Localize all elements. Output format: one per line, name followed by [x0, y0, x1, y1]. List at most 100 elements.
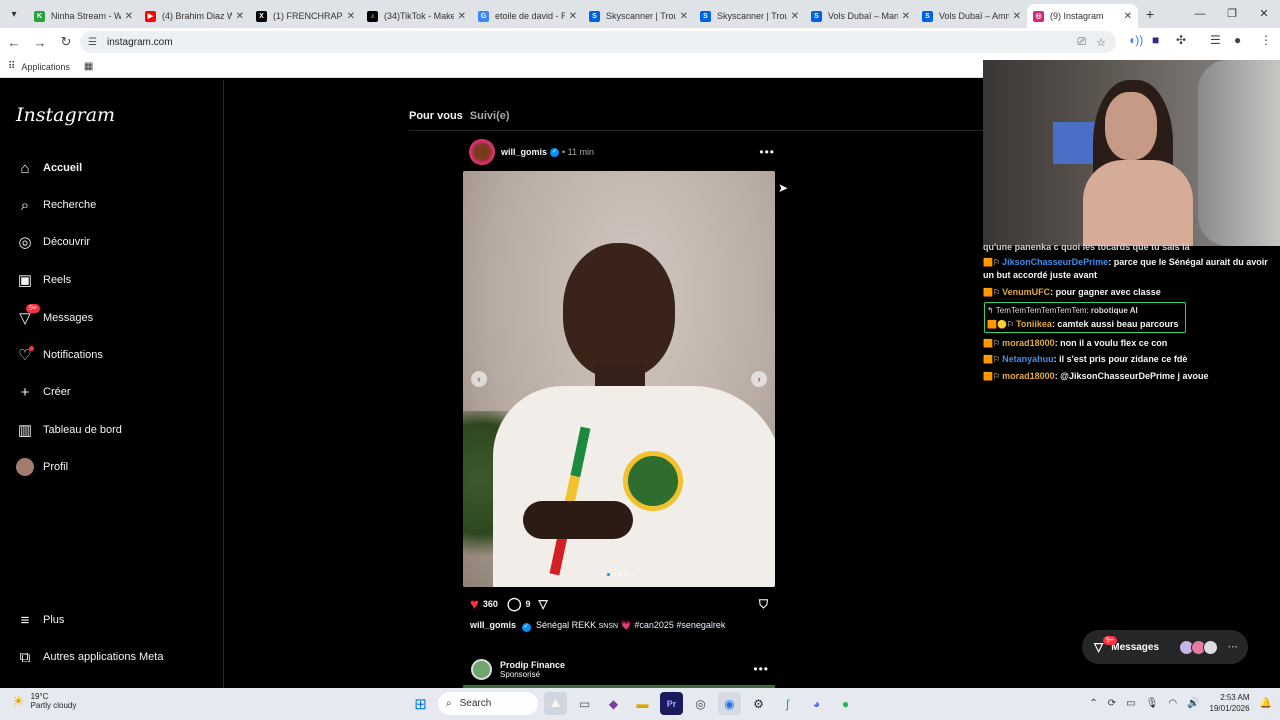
- url-field[interactable]: ☰ instagram.com ⎚ ☆: [80, 31, 1116, 53]
- obs-icon[interactable]: ◎: [689, 692, 712, 715]
- like-heart-icon[interactable]: ♥: [470, 596, 479, 613]
- nav-item-home[interactable]: ⌂ Accueil: [16, 158, 82, 178]
- nav-item-dashboard[interactable]: ▥ Tableau de bord: [16, 420, 122, 440]
- apps-grid-icon[interactable]: ⠿: [8, 61, 15, 72]
- browser-tab[interactable]: S Vols Dubaï – Amm ✕: [916, 4, 1027, 28]
- close-tab-icon[interactable]: ✕: [1124, 11, 1132, 22]
- close-window-icon[interactable]: ✕: [1248, 0, 1280, 28]
- reload-icon[interactable]: ↻: [54, 34, 78, 50]
- file-explorer-icon[interactable]: ▬: [631, 692, 654, 715]
- tab-for-you[interactable]: Pour vous: [409, 110, 463, 122]
- browser-tab[interactable]: ♪ (34)TikTok - Make ✕: [361, 4, 472, 28]
- next-post-more-icon[interactable]: •••: [753, 662, 769, 676]
- save-bookmark-icon[interactable]: ⛉: [759, 597, 768, 612]
- nav-item-plus[interactable]: + Créer: [16, 382, 71, 402]
- spotify-icon[interactable]: ●: [834, 692, 857, 715]
- comment-icon[interactable]: ◯: [507, 596, 522, 612]
- premiere-pro-icon[interactable]: Pr: [660, 692, 683, 715]
- back-icon[interactable]: ←: [2, 35, 26, 50]
- chat-username[interactable]: morad18000: [1002, 338, 1055, 348]
- nav-item-messenger[interactable]: ▽ 9+ Messages: [16, 304, 93, 328]
- extensions-puzzle-icon[interactable]: ✣: [1176, 33, 1186, 47]
- next-post-avatar[interactable]: [471, 658, 492, 680]
- steam-icon[interactable]: ⚙: [747, 692, 770, 715]
- share-icon[interactable]: ▽: [539, 597, 548, 611]
- widget-landscape-icon[interactable]: ⛰: [544, 692, 567, 715]
- close-tab-icon[interactable]: ✕: [458, 11, 466, 22]
- browser-tab[interactable]: S Vols Dubaï – Man ✕: [805, 4, 916, 28]
- messages-more-icon[interactable]: ···: [1228, 642, 1238, 653]
- chat-username[interactable]: VenumUFC: [1002, 287, 1050, 297]
- browser-tab[interactable]: X (1) FRENCHRAPU ✕: [250, 4, 361, 28]
- tray-battery-icon[interactable]: ▭: [1126, 698, 1135, 709]
- tray-sync-icon[interactable]: ⟳: [1108, 698, 1116, 709]
- messages-floating-button[interactable]: ▽ 9+ Messages ···: [1082, 630, 1248, 664]
- extension-audio-icon[interactable]: ◖)): [1128, 33, 1143, 47]
- close-tab-icon[interactable]: ✕: [347, 11, 355, 22]
- tab-search-icon[interactable]: ▾: [0, 0, 28, 28]
- tab-groups-icon[interactable]: ▦: [84, 61, 93, 72]
- microsoft-store-icon[interactable]: ◆: [602, 692, 625, 715]
- more-options-icon[interactable]: •••: [759, 145, 775, 159]
- nav-item-meta-apps[interactable]: ⧉ Autres applications Meta: [16, 647, 164, 667]
- notification-bell-icon[interactable]: 🔔: [1260, 698, 1272, 709]
- install-app-icon[interactable]: ⎚: [1077, 36, 1086, 49]
- weather-widget[interactable]: ☀ 19°C Partly cloudy: [12, 692, 76, 710]
- post-username[interactable]: will_gomis: [501, 147, 547, 157]
- nav-item-reels[interactable]: ▣ Reels: [16, 270, 71, 290]
- browser-tab[interactable]: ▶ (4) Brahim Diaz W ✕: [139, 4, 250, 28]
- instagram-logo[interactable]: Instagram: [16, 104, 115, 126]
- tray-chevron-icon[interactable]: ⌃: [1089, 698, 1097, 709]
- carousel-prev-icon[interactable]: ‹: [471, 371, 487, 387]
- minimize-icon[interactable]: —: [1184, 0, 1216, 28]
- nav-item-avatar[interactable]: ● Profil: [16, 457, 68, 477]
- task-view-icon[interactable]: ▭: [573, 692, 596, 715]
- post-author-avatar[interactable]: [469, 139, 495, 165]
- bookmark-applications[interactable]: Applications: [21, 62, 70, 72]
- browser-menu-icon[interactable]: ⋮: [1260, 33, 1272, 47]
- extension-square-icon[interactable]: ■: [1152, 33, 1159, 47]
- windows-start-icon[interactable]: ⊞: [409, 692, 432, 715]
- microphone-icon[interactable]: 🎙: [1146, 698, 1159, 709]
- close-tab-icon[interactable]: ✕: [680, 11, 688, 22]
- wifi-icon[interactable]: ◠: [1168, 698, 1177, 709]
- nav-item-compass[interactable]: ◎ Découvrir: [16, 232, 90, 252]
- browser-tab[interactable]: Getoile de david - R ✕: [472, 4, 583, 28]
- discord-icon[interactable]: ◕: [805, 692, 828, 715]
- chat-username[interactable]: Toniikea: [1016, 319, 1052, 329]
- bookmark-star-icon[interactable]: ☆: [1096, 36, 1106, 49]
- next-post-username[interactable]: Prodip Finance: [500, 660, 565, 670]
- close-tab-icon[interactable]: ✕: [791, 11, 799, 22]
- streamlabs-icon[interactable]: ʃ: [776, 692, 799, 715]
- new-tab-button[interactable]: +: [1138, 6, 1162, 22]
- close-tab-icon[interactable]: ✕: [569, 11, 577, 22]
- reading-list-icon[interactable]: ☰: [1210, 33, 1221, 47]
- close-tab-icon[interactable]: ✕: [902, 11, 910, 22]
- profile-avatar-icon[interactable]: ●: [1234, 33, 1241, 47]
- close-tab-icon[interactable]: ✕: [236, 11, 244, 22]
- taskbar-search[interactable]: ⌕ Search: [438, 692, 538, 715]
- forward-icon[interactable]: →: [28, 35, 52, 50]
- browser-tab[interactable]: K Ninha Stream - W ✕: [28, 4, 139, 28]
- nav-item-search[interactable]: ⌕ Recherche: [16, 195, 96, 215]
- chat-username[interactable]: morad18000: [1002, 371, 1055, 381]
- chat-username[interactable]: Netanyahuu: [1002, 354, 1054, 364]
- nav-item-heart[interactable]: ♡ Notifications: [16, 345, 103, 365]
- caption-hashtags[interactable]: #can2025 #senegalrek: [634, 620, 725, 630]
- maximize-icon[interactable]: ❐: [1216, 0, 1248, 28]
- like-count[interactable]: 360: [483, 599, 498, 609]
- tab-following[interactable]: Suivi(e): [470, 110, 510, 122]
- close-tab-icon[interactable]: ✕: [125, 11, 133, 22]
- browser-tab[interactable]: S Skyscanner | Trou ✕: [583, 4, 694, 28]
- browser-tab[interactable]: ◎ (9) Instagram ✕: [1027, 4, 1138, 28]
- carousel-next-icon[interactable]: ›: [751, 371, 767, 387]
- close-tab-icon[interactable]: ✕: [1013, 11, 1021, 22]
- site-info-icon[interactable]: ☰: [88, 37, 97, 48]
- chrome-icon[interactable]: ◉: [718, 692, 741, 715]
- nav-item-menu[interactable]: ≡ Plus: [16, 610, 65, 630]
- taskbar-clock[interactable]: 2:53 AM 19/01/2026: [1210, 692, 1250, 714]
- caption-username[interactable]: will_gomis: [470, 620, 516, 630]
- volume-icon[interactable]: 🔊: [1187, 698, 1199, 709]
- chat-username[interactable]: JiksonChasseurDePrime: [1002, 257, 1108, 267]
- post-image[interactable]: ‹ ›: [463, 171, 775, 587]
